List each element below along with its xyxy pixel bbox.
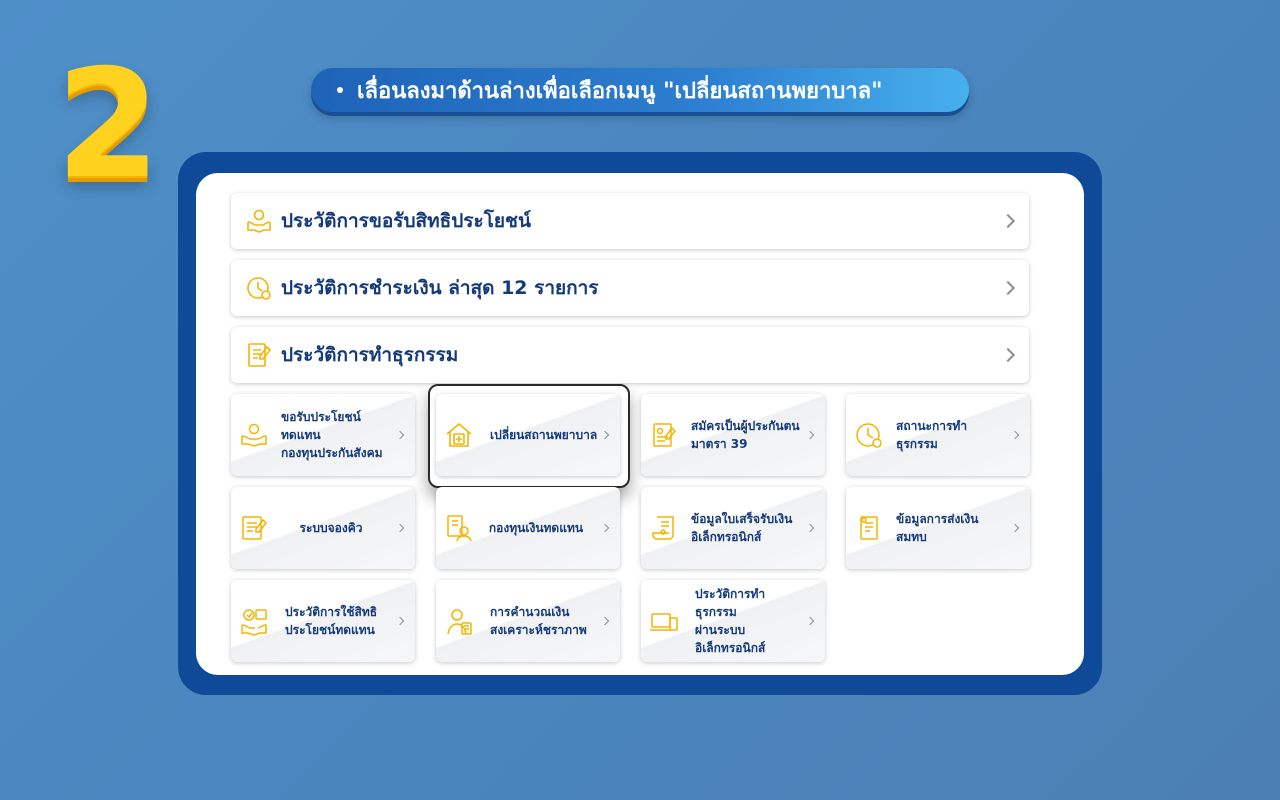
tile-compensation-fund[interactable]: กองทุนเงินทดแทน	[436, 487, 620, 569]
tile-label: ขอรับประโยชน์ทดแทน กองทุนประกันสังคม	[281, 410, 383, 460]
tile-label: สถานะการทำธุรกรรม	[896, 419, 968, 451]
devices-icon	[649, 606, 679, 636]
form-id-icon	[649, 420, 679, 450]
menu-row-transaction-history[interactable]: ประวัติการทำธุรกรรม	[231, 327, 1029, 383]
chevron-right-icon	[395, 430, 405, 440]
document-pen-icon	[245, 341, 273, 369]
benefit-history-icon	[239, 606, 269, 636]
tile-queue-booking[interactable]: ระบบจองคิว	[231, 487, 415, 569]
tile-pension-calculation[interactable]: การคำนวณเงิน สงเคราะห์ชราภาพ	[436, 580, 620, 662]
hands-coin-icon	[245, 207, 273, 235]
tile-transaction-status[interactable]: สถานะการทำธุรกรรม	[846, 394, 1030, 476]
clock-coin-icon	[245, 274, 273, 302]
chevron-right-icon	[1000, 280, 1016, 296]
clock-icon	[854, 420, 884, 450]
chevron-right-icon	[395, 616, 405, 626]
menu-row-benefit-history[interactable]: ประวัติการขอรับสิทธิประโยชน์	[231, 193, 1029, 249]
tile-label: ประวัติการใช้สิทธิ ประโยชน์ทดแทน	[285, 605, 378, 637]
worker-fund-icon	[444, 513, 474, 543]
menu-row-label: ประวัติการทำธุรกรรม	[281, 344, 459, 366]
step-number: 2	[56, 38, 160, 212]
chevron-right-icon	[395, 523, 405, 533]
tile-e-receipt[interactable]: ข้อมูลใบเสร็จรับเงิน อิเล็กทรอนิกส์	[641, 487, 825, 569]
hospital-icon	[444, 420, 474, 450]
chevron-right-icon	[600, 616, 610, 626]
tile-label: ข้อมูลการส่งเงิน สมทบ	[896, 512, 979, 544]
chevron-right-icon	[1010, 430, 1020, 440]
chevron-right-icon	[805, 616, 815, 626]
tile-label: การคำนวณเงิน สงเคราะห์ชราภาพ	[490, 605, 587, 637]
instruction-banner: เลื่อนลงมาด้านล่างเพื่อเลือกเมนู "เปลี่ย…	[311, 68, 969, 112]
tile-label: สมัครเป็นผู้ประกันตน มาตรา 39	[691, 419, 800, 451]
tile-label: ระบบจองคิว	[299, 521, 363, 535]
chevron-right-icon	[1000, 347, 1016, 363]
instruction-text: เลื่อนลงมาด้านล่างเพื่อเลือกเมนู "เปลี่ย…	[357, 78, 883, 104]
tile-label: ข้อมูลใบเสร็จรับเงิน อิเล็กทรอนิกส์	[691, 512, 793, 544]
bullet-dot	[337, 87, 343, 93]
menu-row-label: ประวัติการขอรับสิทธิประโยชน์	[281, 210, 531, 232]
queue-document-icon	[239, 513, 269, 543]
tile-claim-benefit[interactable]: ขอรับประโยชน์ทดแทน กองทุนประกันสังคม	[231, 394, 415, 476]
chevron-right-icon	[600, 523, 610, 533]
tile-label: กองทุนเงินทดแทน	[488, 521, 584, 535]
tile-e-transaction-history[interactable]: ประวัติการทำธุรกรรม ผ่านระบบ อิเล็กทรอนิ…	[641, 580, 825, 662]
receipt-scroll-icon	[649, 513, 679, 543]
tile-contribution-info[interactable]: ข้อมูลการส่งเงิน สมทบ	[846, 487, 1030, 569]
tile-label: เปลี่ยนสถานพยาบาล	[490, 428, 598, 442]
chevron-right-icon	[805, 523, 815, 533]
chevron-right-icon	[600, 430, 610, 440]
menu-row-label: ประวัติการชำระเงิน ล่าสุด 12 รายการ	[281, 277, 599, 299]
contribution-document-icon	[854, 513, 884, 543]
tile-benefit-usage-history[interactable]: ประวัติการใช้สิทธิ ประโยชน์ทดแทน	[231, 580, 415, 662]
menu-row-payment-history[interactable]: ประวัติการชำระเงิน ล่าสุด 12 รายการ	[231, 260, 1029, 316]
chevron-right-icon	[1010, 523, 1020, 533]
tile-change-hospital[interactable]: เปลี่ยนสถานพยาบาล	[436, 394, 620, 476]
chevron-right-icon	[1000, 213, 1016, 229]
chevron-right-icon	[805, 430, 815, 440]
hands-coin-icon	[239, 420, 269, 450]
tile-label: ประวัติการทำธุรกรรม ผ่านระบบ อิเล็กทรอนิ…	[695, 587, 766, 655]
elderly-calc-icon	[444, 606, 474, 636]
tile-register-section-39[interactable]: สมัครเป็นผู้ประกันตน มาตรา 39	[641, 394, 825, 476]
